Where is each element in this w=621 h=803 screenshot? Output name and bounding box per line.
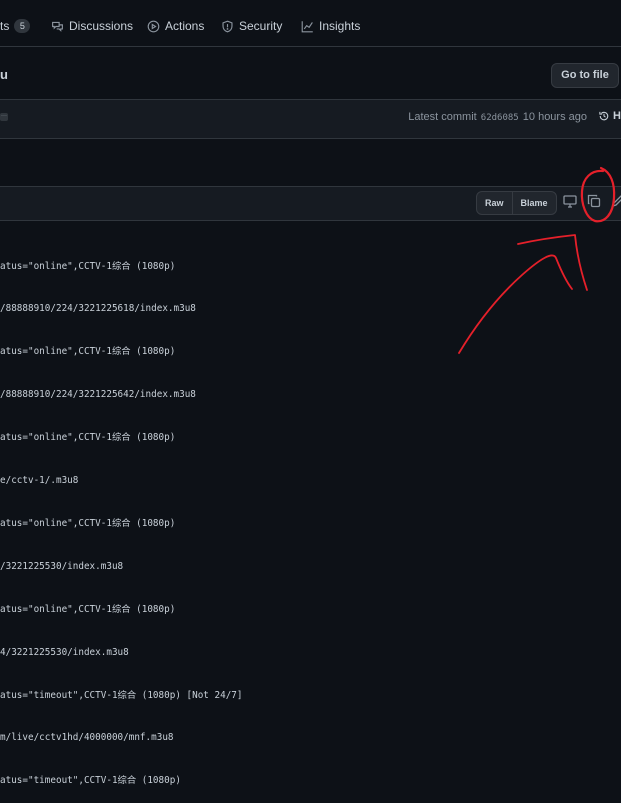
code-line: atus="online",CCTV-1综合 (1080p) — [0, 432, 176, 444]
commit-message-expand-button[interactable]: ··· — [0, 113, 8, 121]
edit-file-button[interactable] — [610, 193, 621, 209]
code-line: atus="timeout",CCTV-1综合 (1080p) — [0, 775, 181, 787]
code-line: atus="online",CCTV-1综合 (1080p) — [0, 346, 176, 358]
shield-icon — [222, 20, 233, 32]
code-line: m/live/cctv1hd/4000000/mnf.m3u8 — [0, 732, 174, 744]
code-line: /3221225530/index.m3u8 — [0, 560, 124, 572]
latest-commit-info: Latest commit 62d6085 10 hours ago — [408, 111, 587, 123]
graph-icon — [301, 20, 313, 32]
tab-insights[interactable]: Insights — [301, 19, 360, 33]
raw-blame-button-group: Raw Blame — [476, 191, 557, 215]
file-code-view: atus="online",CCTV-1综合 (1080p) /88888910… — [0, 231, 242, 803]
pull-requests-count-badge: 5 — [14, 19, 31, 33]
file-path-title: u — [0, 67, 8, 82]
code-line: e/cctv-1/.m3u8 — [0, 475, 79, 487]
history-button[interactable]: Hi — [598, 110, 621, 122]
code-line: 4/3221225530/index.m3u8 — [0, 646, 129, 658]
blame-button[interactable]: Blame — [511, 192, 556, 214]
pencil-icon — [611, 195, 621, 208]
tab-security-label: Security — [239, 19, 283, 33]
history-icon — [599, 111, 609, 121]
tab-discussions-label: Discussions — [69, 19, 134, 33]
tab-insights-label: Insights — [319, 19, 361, 33]
raw-button[interactable]: Raw — [477, 192, 512, 214]
discussions-icon — [52, 21, 63, 32]
copy-icon — [587, 194, 601, 208]
tab-discussions[interactable]: Discussions — [51, 19, 133, 33]
code-line: /88888910/224/3221225642/index.m3u8 — [0, 389, 196, 401]
desktop-icon — [563, 195, 577, 208]
latest-commit-label: Latest commit — [408, 111, 477, 123]
copy-raw-content-button[interactable] — [586, 193, 602, 209]
tab-pull-requests[interactable]: ts 5 — [0, 19, 31, 33]
code-line: atus="online",CCTV-1综合 (1080p) — [0, 260, 176, 272]
tab-actions-label: Actions — [165, 19, 205, 33]
play-circle-icon — [147, 20, 160, 32]
history-button-label: Hi — [613, 110, 621, 122]
tab-pull-requests-label: ts — [0, 19, 10, 33]
go-to-file-button[interactable]: Go to file — [551, 63, 619, 88]
tab-security[interactable]: Security — [221, 19, 282, 33]
annotation-arrow-head — [517, 234, 588, 291]
commit-time: 10 hours ago — [522, 111, 587, 123]
code-line: atus="online",CCTV-1综合 (1080p) — [0, 603, 176, 615]
annotation-arrow-shaft — [458, 254, 573, 354]
code-line: atus="timeout",CCTV-1综合 (1080p) [Not 24/… — [0, 689, 243, 701]
code-line: /88888910/224/3221225618/index.m3u8 — [0, 303, 196, 315]
tab-actions[interactable]: Actions — [147, 19, 204, 33]
commit-sha-link[interactable]: 62d6085 — [481, 113, 519, 123]
display-source-button[interactable] — [562, 193, 578, 209]
code-line: atus="online",CCTV-1综合 (1080p) — [0, 517, 176, 529]
